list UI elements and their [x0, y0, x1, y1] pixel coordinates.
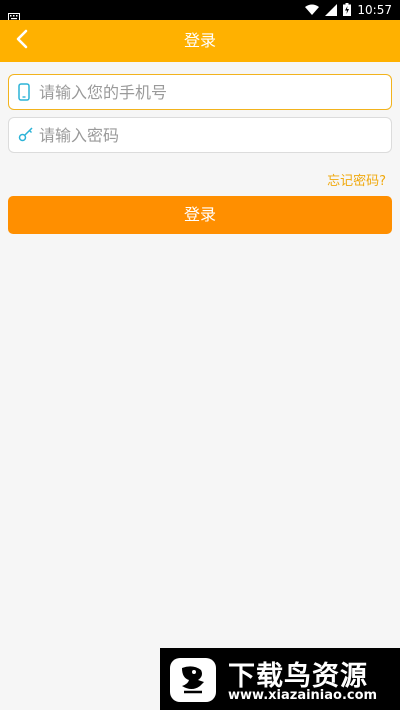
battery-charging-icon: [343, 1, 352, 20]
bird-logo-icon: [170, 658, 216, 706]
password-input[interactable]: [39, 118, 384, 152]
watermark-url: www.xiazainiao.com: [228, 688, 378, 703]
phone-input[interactable]: [39, 75, 384, 109]
signal-icon: [325, 1, 338, 20]
login-button[interactable]: 登录: [8, 196, 392, 234]
page-title: 登录: [183, 31, 216, 50]
password-field[interactable]: [8, 117, 392, 153]
app-bar: 登录: [0, 20, 400, 62]
chevron-left-icon: [15, 29, 29, 53]
phone-field[interactable]: [8, 74, 392, 110]
status-icons: 10:57: [305, 0, 392, 20]
watermark: 下载鸟资源 www.xiazainiao.com: [160, 648, 400, 710]
key-icon: [18, 126, 34, 146]
back-button[interactable]: [4, 20, 40, 62]
wifi-icon: [305, 1, 320, 20]
status-bar: 10:57: [0, 0, 400, 21]
forgot-password-link[interactable]: 忘记密码?: [327, 170, 386, 189]
status-time: 10:57: [357, 3, 392, 17]
phone-icon: [18, 83, 30, 105]
